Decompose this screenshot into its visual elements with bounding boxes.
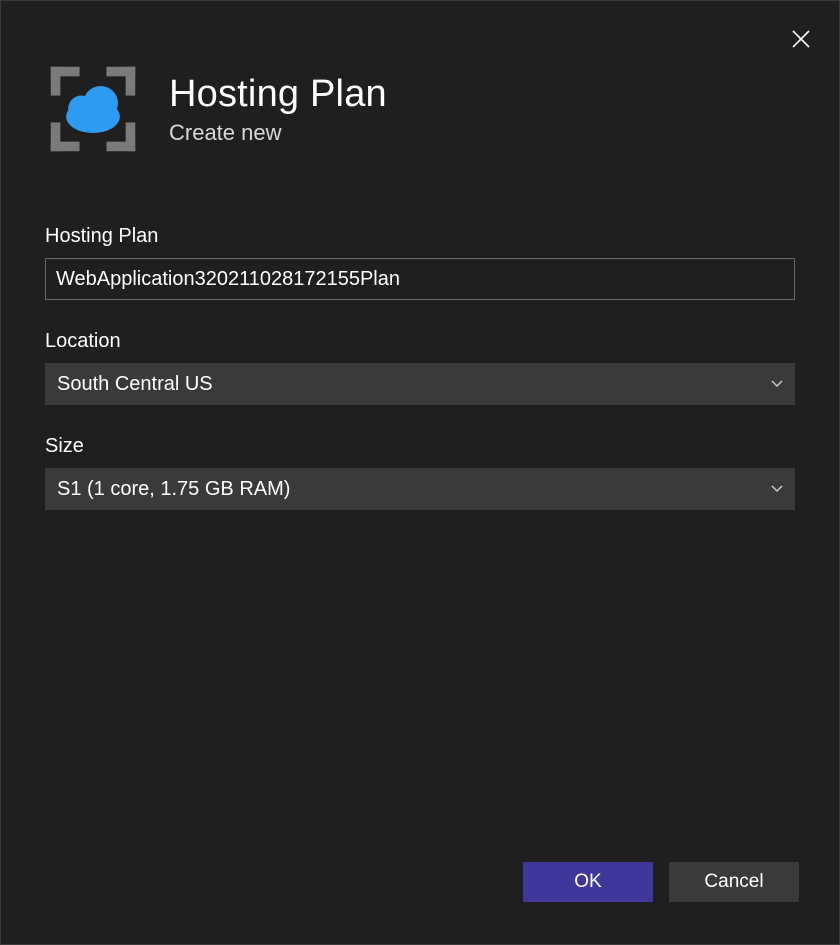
close-button[interactable] <box>787 25 815 53</box>
dialog-footer: OK Cancel <box>1 862 839 944</box>
size-field: Size S1 (1 core, 1.75 GB RAM) <box>45 435 795 510</box>
dialog-header: Hosting Plan Create new <box>1 1 839 157</box>
chevron-down-icon <box>771 485 783 493</box>
cancel-button[interactable]: Cancel <box>669 862 799 902</box>
size-select[interactable]: S1 (1 core, 1.75 GB RAM) <box>45 468 795 510</box>
size-label: Size <box>45 435 795 458</box>
hosting-plan-label: Hosting Plan <box>45 225 795 248</box>
dialog-header-text: Hosting Plan Create new <box>169 73 387 146</box>
location-select[interactable]: South Central US <box>45 363 795 405</box>
hosting-plan-field: Hosting Plan <box>45 225 795 300</box>
ok-button[interactable]: OK <box>523 862 653 902</box>
location-field: Location South Central US <box>45 330 795 405</box>
hosting-plan-input[interactable] <box>45 258 795 300</box>
hosting-plan-icon <box>45 61 141 157</box>
hosting-plan-dialog: Hosting Plan Create new Hosting Plan Loc… <box>0 0 840 945</box>
chevron-down-icon <box>771 380 783 388</box>
form: Hosting Plan Location South Central US S… <box>1 157 839 510</box>
location-label: Location <box>45 330 795 353</box>
dialog-title: Hosting Plan <box>169 73 387 116</box>
size-value: S1 (1 core, 1.75 GB RAM) <box>57 478 761 501</box>
location-value: South Central US <box>57 373 761 396</box>
close-icon <box>791 29 811 49</box>
dialog-subtitle: Create new <box>169 120 387 146</box>
